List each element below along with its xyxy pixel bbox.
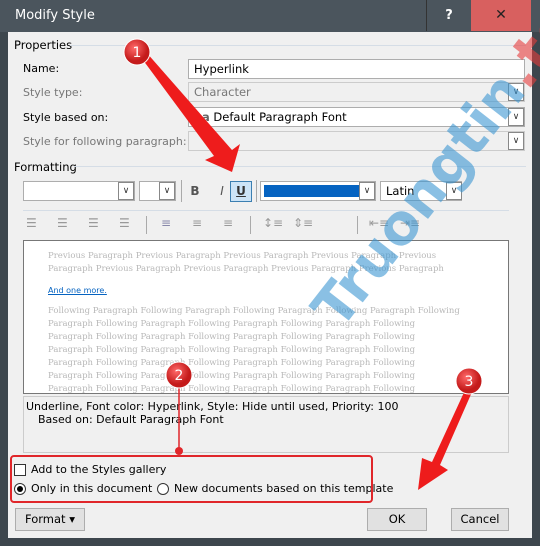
annotation-dot — [175, 447, 183, 455]
arrow-1 — [140, 52, 240, 172]
arrow-3 — [418, 388, 472, 490]
annotation-number-3: 3 — [465, 374, 474, 390]
annotation-number-1: 1 — [133, 45, 142, 61]
annotation-number-2: 2 — [175, 368, 184, 384]
annotation-overlay: 1 2 3 — [123, 38, 483, 490]
